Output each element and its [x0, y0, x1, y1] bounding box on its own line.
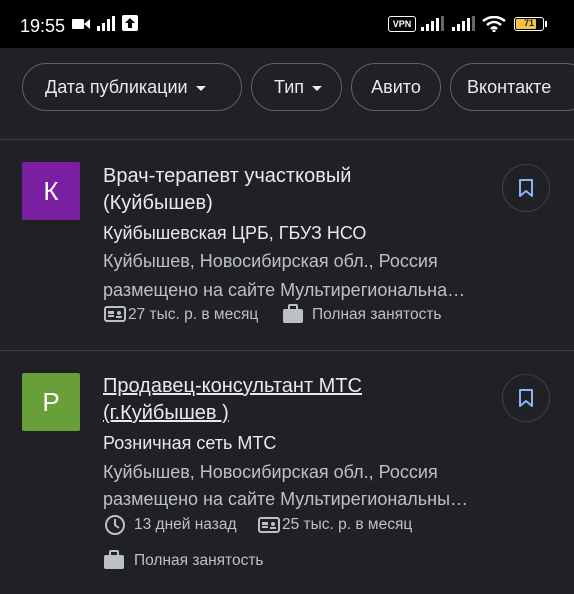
status-time: 19:55 — [20, 16, 66, 36]
salary-icon — [104, 306, 126, 322]
cell-signal-2-icon — [452, 16, 475, 31]
company-name: Розничная сеть МТС — [103, 433, 277, 453]
chevron-down-icon — [195, 85, 206, 91]
signal-bars-icon — [97, 16, 115, 31]
salary-icon — [258, 517, 280, 533]
briefcase-icon — [104, 550, 124, 569]
job-salary: 27 тыс. р. в месяц — [128, 306, 259, 323]
job-source: размещено на сайте Мультирегиональна… — [103, 280, 466, 300]
bookmark-icon — [519, 179, 533, 197]
job-employment: Полная занятость — [312, 306, 442, 323]
job-title-link[interactable]: Продавец-консультант МТС (г.Куйбышев ) — [103, 373, 483, 427]
bookmark-icon — [519, 389, 533, 407]
chip-label: Тип — [274, 77, 305, 97]
wifi-icon — [482, 16, 506, 32]
video-camera-icon — [72, 19, 90, 29]
chip-vkontakte[interactable]: Вконтакте — [450, 63, 574, 111]
chip-date-published[interactable]: Дата публикации — [22, 63, 242, 111]
job-title-line: (Куйбышев) — [103, 192, 213, 214]
chip-label: Авито — [371, 77, 421, 97]
chip-avito[interactable]: Авито — [351, 63, 441, 111]
company-name: Куйбышевская ЦРБ, ГБУЗ НСО — [103, 223, 367, 243]
chip-label: Дата публикации — [45, 77, 188, 97]
company-avatar: Р — [22, 373, 80, 431]
job-location: Куйбышев, Новосибирская обл., Россия — [103, 251, 438, 271]
vpn-badge: VPN — [388, 16, 416, 32]
filter-chips-row: Дата публикации Тип Авито Вконтакте — [0, 48, 574, 139]
clock-icon — [105, 515, 125, 535]
job-employment: Полная занятость — [134, 552, 264, 569]
job-card[interactable]: Р Продавец-консультант МТС (г.Куйбышев )… — [0, 351, 574, 594]
bookmark-button[interactable] — [502, 374, 550, 422]
cell-signal-1-icon — [421, 16, 444, 31]
chip-type[interactable]: Тип — [251, 63, 342, 111]
job-card[interactable]: К Врач-терапевт участковый (Куйбышев) Ку… — [0, 140, 574, 350]
job-posted: 13 дней назад — [134, 516, 237, 533]
company-avatar: К — [22, 162, 80, 220]
chip-label: Вконтакте — [467, 77, 552, 97]
upload-notification-icon — [122, 15, 138, 31]
job-title[interactable]: Врач-терапевт участковый (Куйбышев) — [103, 163, 483, 217]
job-title-line: (г.Куйбышев ) — [103, 402, 229, 424]
job-title-line: Врач-терапевт участковый — [103, 165, 352, 187]
battery-percent: 71 — [523, 18, 534, 28]
chevron-down-icon — [312, 85, 323, 91]
battery-icon: 71 — [514, 17, 547, 31]
job-salary: 25 тыс. р. в месяц — [282, 516, 413, 533]
job-location: Куйбышев, Новосибирская обл., Россия — [103, 462, 438, 482]
briefcase-icon — [283, 304, 303, 323]
job-title-line: Продавец-консультант МТС — [103, 375, 362, 397]
bookmark-button[interactable] — [502, 164, 550, 212]
status-bar: 19:55 VPN 71 — [0, 0, 574, 48]
job-source: размещено на сайте Мультирегиональны… — [103, 489, 469, 509]
